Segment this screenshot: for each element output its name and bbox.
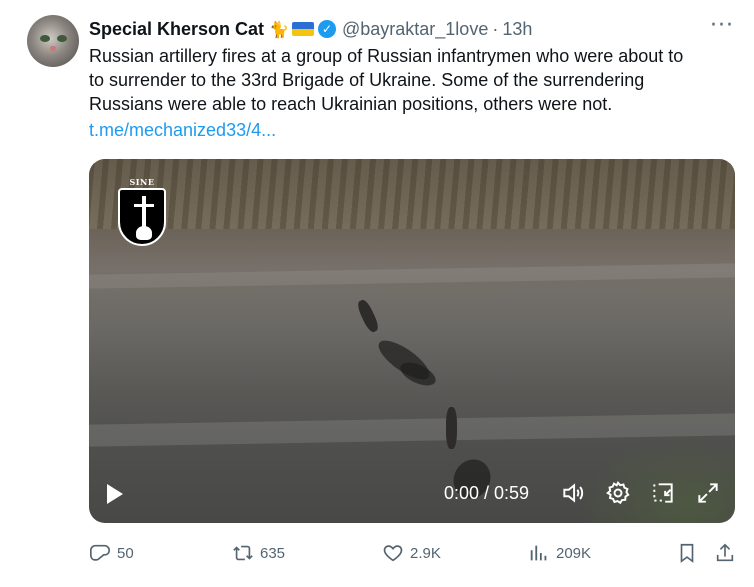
insignia-shield-icon	[118, 188, 166, 246]
like-count: 2.9K	[410, 544, 441, 562]
reply-count: 50	[117, 544, 134, 562]
sword-icon	[142, 196, 146, 230]
avatar[interactable]	[27, 15, 79, 67]
tweet-header: Special Kherson Cat 🐈 ✓ @bayraktar_1love…	[89, 17, 532, 41]
settings-icon[interactable]	[605, 480, 631, 506]
avatar-eye-left	[40, 35, 50, 42]
like-button[interactable]: 2.9K	[382, 537, 441, 569]
video-controls: 0:00 / 0:59	[89, 467, 735, 523]
brigade-insignia: SINE METU	[115, 177, 169, 249]
reply-icon	[90, 544, 110, 561]
volume-icon[interactable]	[560, 480, 586, 506]
verified-badge-icon[interactable]: ✓	[317, 20, 336, 38]
soldier-figure	[355, 298, 381, 334]
view-count: 209K	[556, 544, 592, 562]
ukraine-flag-icon	[291, 22, 314, 36]
reply-button[interactable]: 50	[89, 537, 134, 569]
timestamp[interactable]: 13h	[502, 19, 532, 40]
repost-count: 635	[260, 544, 286, 562]
video-field-texture	[89, 159, 735, 229]
cat-emoji-icon: 🐈	[269, 19, 289, 39]
tweet-link[interactable]: t.me/mechanized33/4...	[89, 120, 276, 141]
user-handle[interactable]: @bayraktar_1love	[342, 19, 488, 40]
tweet: Special Kherson Cat 🐈 ✓ @bayraktar_1love…	[0, 0, 754, 587]
sword-guard	[134, 204, 154, 207]
more-options-icon[interactable]: ···	[710, 13, 734, 38]
fullscreen-icon[interactable]	[695, 480, 721, 506]
tweet-text-line: Russians were able to reach Ukrainian po…	[89, 94, 613, 114]
dock-icon[interactable]	[650, 480, 676, 506]
separator-dot: ·	[492, 18, 499, 39]
video-player[interactable]: SINE METU 0:00 / 0:59	[89, 159, 735, 523]
share-button[interactable]	[714, 537, 742, 569]
video-road-track	[89, 263, 735, 289]
tweet-text: Russian artillery fires at a group of Ru…	[89, 44, 729, 116]
repost-button[interactable]: 635	[232, 537, 285, 569]
tweet-actions: 50 635 2.9K 209K	[0, 537, 754, 569]
bookmark-button[interactable]	[676, 537, 704, 569]
display-name[interactable]: Special Kherson Cat	[89, 19, 264, 40]
video-timecode: 0:00 / 0:59	[444, 483, 530, 503]
repost-icon	[233, 545, 253, 561]
share-icon	[716, 543, 734, 562]
bookmark-icon	[680, 543, 694, 563]
avatar-nose	[50, 46, 56, 51]
views-chart-icon	[530, 545, 547, 561]
tweet-text-line: Russian artillery fires at a group of Ru…	[89, 46, 684, 66]
soldier-figure	[446, 407, 457, 449]
tweet-text-line: to surrender to the 33rd Brigade of Ukra…	[89, 70, 645, 90]
avatar-eye-right	[57, 35, 67, 42]
views-button[interactable]: 209K	[528, 537, 591, 569]
play-icon[interactable]	[107, 484, 123, 504]
heart-icon	[383, 545, 403, 562]
skull-icon	[136, 226, 152, 240]
